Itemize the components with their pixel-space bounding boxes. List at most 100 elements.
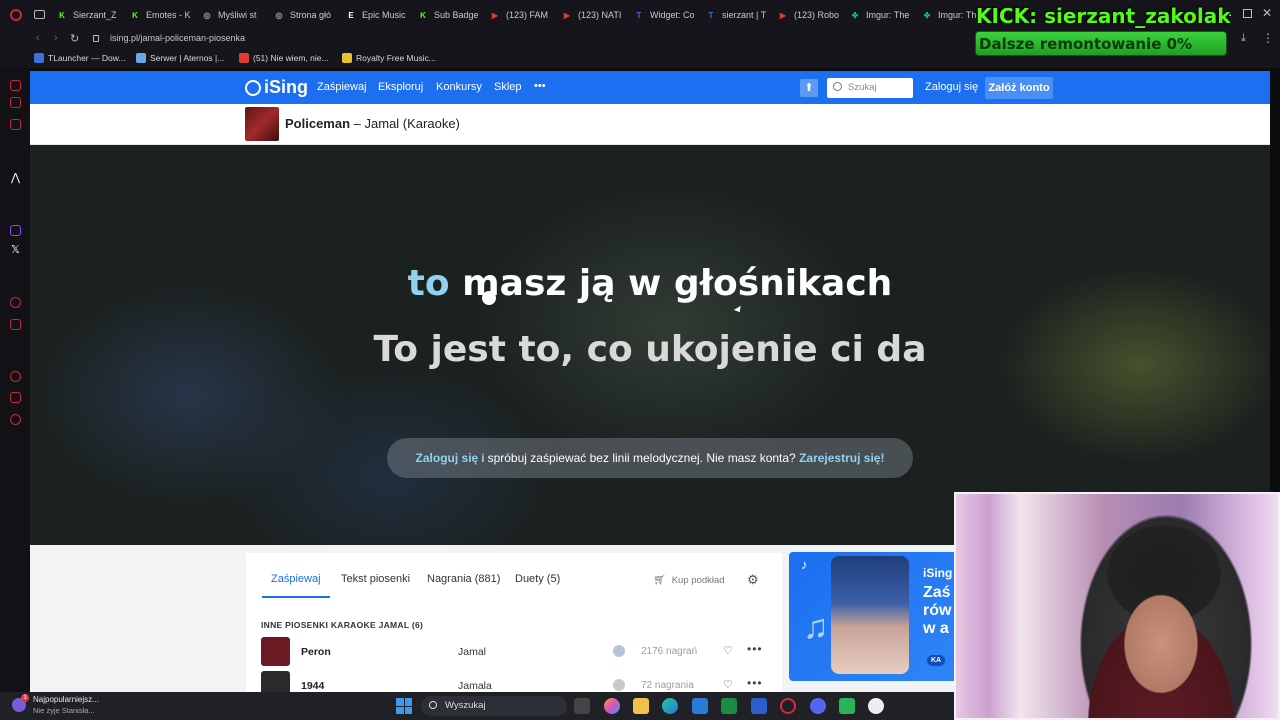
tab-favicon-icon: T xyxy=(636,10,642,20)
excel-icon[interactable] xyxy=(721,698,737,714)
song-artist[interactable]: Jamala xyxy=(458,680,492,692)
nav-more-button[interactable]: ••• xyxy=(534,80,546,92)
ising-logo[interactable]: iSing xyxy=(245,77,308,98)
discord-icon[interactable] xyxy=(810,698,826,714)
banner-login-link[interactable]: Zaloguj się xyxy=(416,451,479,465)
heart-icon[interactable]: ♡ xyxy=(723,678,733,691)
nav-sklep[interactable]: Sklep xyxy=(494,81,522,93)
more-options-icon[interactable]: ••• xyxy=(747,676,763,690)
search-input[interactable]: Szukaj xyxy=(827,78,913,98)
tab-zaspiewaj[interactable]: Zaśpiewaj xyxy=(271,573,321,585)
taskbar-search[interactable]: Wyszukaj xyxy=(421,696,567,716)
nav-konkursy[interactable]: Konkursy xyxy=(436,81,482,93)
more-options-icon[interactable]: ••• xyxy=(747,642,763,656)
sidebar-extensions-icon[interactable] xyxy=(10,392,21,403)
tab-label: Widget: Co xyxy=(650,10,695,20)
edge-icon[interactable] xyxy=(662,698,678,714)
sidebar-history-icon[interactable] xyxy=(10,371,21,382)
tab-label: (123) FAM xyxy=(506,10,549,20)
upload-button[interactable]: ⬆ xyxy=(800,79,818,97)
heart-icon[interactable]: ♡ xyxy=(723,644,733,657)
close-window-icon[interactable]: ✕ xyxy=(1262,6,1272,20)
signup-button[interactable]: Załóż konto xyxy=(985,77,1053,99)
search-icon xyxy=(833,82,842,91)
opera-logo-icon[interactable] xyxy=(10,9,22,21)
tab-favicon-icon: ✤ xyxy=(851,10,859,20)
tab-nagrania[interactable]: Nagrania (881) xyxy=(427,573,500,585)
browser-tab[interactable]: T Widget: Co xyxy=(634,6,702,24)
phone-link-icon[interactable] xyxy=(839,698,855,714)
browser-tab[interactable]: K Emotes - K xyxy=(130,6,198,24)
bookmark-favicon-icon xyxy=(34,53,44,63)
download-icon[interactable]: ⤓ xyxy=(1241,32,1246,45)
browser-tab[interactable]: E Epic Music xyxy=(346,6,414,24)
nav-eksploruj[interactable]: Eksploruj xyxy=(378,81,423,93)
browser-tab[interactable]: K Sub Badge xyxy=(418,6,486,24)
windows-start-icon[interactable] xyxy=(396,698,412,714)
tab-label: Epic Music xyxy=(362,10,406,20)
duet-icon xyxy=(613,645,625,657)
url-field[interactable]: ising.pl/jamal-policeman-piosenka xyxy=(110,33,245,43)
store-icon[interactable] xyxy=(692,698,708,714)
tab-favicon-icon: ◎ xyxy=(275,10,283,20)
forward-icon[interactable]: › xyxy=(54,32,58,44)
browser-tab[interactable]: Tsierzant | T xyxy=(706,6,774,24)
browser-tab[interactable]: ▶ (123) FAM xyxy=(490,6,558,24)
ad-badge: KA xyxy=(927,655,946,666)
bookmark-label: (51) Nie wiem, nie... xyxy=(253,53,329,63)
sidebar-messenger-icon[interactable] xyxy=(10,97,21,108)
gear-icon[interactable]: ⚙ xyxy=(747,572,759,588)
banner-register-link[interactable]: Zarejestruj się! xyxy=(799,451,884,465)
goal-progress-bar: Dalsze remontowanie 0% xyxy=(975,31,1227,56)
copilot-icon[interactable] xyxy=(604,698,620,714)
bookmark-label: TLauncher — Dow... xyxy=(48,53,126,63)
bookmark-item[interactable]: Royalty Free Music... xyxy=(342,53,436,63)
menu-icon[interactable]: ⋮ xyxy=(1262,31,1274,45)
news-widget[interactable]: 3 Najpopularniejsz... Nie żyje Stanisła.… xyxy=(12,694,122,718)
reload-icon[interactable]: ↻ xyxy=(70,32,79,45)
sidebar-vpn-icon[interactable]: ⋀ xyxy=(11,171,20,184)
login-link[interactable]: Zaloguj się xyxy=(925,81,978,93)
search-placeholder: Szukaj xyxy=(848,82,877,93)
song-title: Policeman – Jamal (Karaoke) xyxy=(285,116,460,131)
back-icon[interactable]: ‹ xyxy=(36,32,40,44)
sidebar-twitch-icon[interactable] xyxy=(10,225,21,236)
sidebar-settings-icon[interactable] xyxy=(10,414,21,425)
tab-duety[interactable]: Duety (5) xyxy=(515,573,560,585)
browser-tab[interactable]: ◎ Strona głó xyxy=(274,6,342,24)
browser-tab[interactable]: ▶ (123) NATI xyxy=(562,6,630,24)
bookmark-item[interactable]: TLauncher — Dow... xyxy=(34,53,125,63)
maximize-icon[interactable] xyxy=(1243,9,1252,18)
recording-count: 72 nagrania xyxy=(641,680,694,691)
task-view-icon[interactable] xyxy=(574,698,590,714)
kick-channel-overlay: KICK: sierzant_zakolak xyxy=(976,4,1231,28)
browser-tab[interactable]: ✤ Imgur: The xyxy=(850,6,918,24)
browser-tab[interactable]: ◎ Myśliwi st xyxy=(202,6,270,24)
list-item[interactable]: Peron Jamal 2176 nagrań ♡ ••• xyxy=(261,637,767,669)
sidebar-mail-icon[interactable] xyxy=(10,119,21,130)
promo-ad[interactable]: ♪ ♫ iSing Zaś rów w a KA xyxy=(789,552,959,681)
sidebar-aria-icon[interactable] xyxy=(10,80,21,91)
tab-tekst[interactable]: Tekst piosenki xyxy=(341,573,410,585)
file-explorer-icon[interactable] xyxy=(633,698,649,714)
song-artist[interactable]: Jamal xyxy=(458,646,486,658)
music-note-icon: ♪ xyxy=(801,557,808,572)
song-title: 1944 xyxy=(301,680,325,692)
media-player-icon[interactable] xyxy=(868,698,884,714)
buy-backing-button[interactable]: 🛒︎ Kup podkład xyxy=(653,575,725,586)
tab-overview-icon[interactable] xyxy=(34,10,45,19)
pen-app-icon[interactable] xyxy=(751,698,767,714)
sidebar-wallet-icon[interactable] xyxy=(10,319,21,330)
browser-tab[interactable]: ▶ (123) Robo xyxy=(778,6,846,24)
sidebar-x-icon[interactable]: 𝕏 xyxy=(11,243,20,256)
nav-zaspiewaj[interactable]: Zaśpiewaj xyxy=(317,81,367,93)
ad-phone-image xyxy=(831,556,909,674)
upload-icon: ⬆ xyxy=(804,82,814,94)
sidebar-player-icon[interactable] xyxy=(10,297,21,308)
news-title: Najpopularniejsz... xyxy=(33,695,99,704)
browser-tab[interactable]: K Sierzant_Z xyxy=(57,6,125,24)
list-item[interactable]: 1944 Jamala 72 nagrania ♡ ••• xyxy=(261,671,767,692)
bookmark-item[interactable]: (51) Nie wiem, nie... xyxy=(239,53,329,63)
bookmark-item[interactable]: Serwer | Aternos |... xyxy=(136,53,224,63)
opera-taskbar-icon[interactable] xyxy=(780,698,796,714)
